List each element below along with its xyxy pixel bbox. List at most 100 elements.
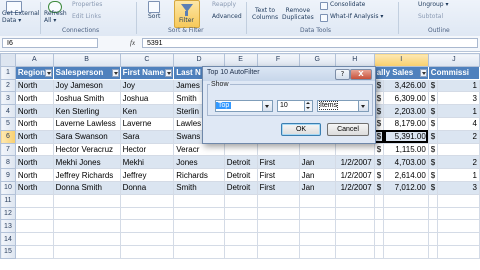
table-cell[interactable] (298, 193, 336, 208)
table-cell[interactable] (298, 206, 336, 221)
table-cell[interactable]: $ (427, 155, 439, 170)
table-cell[interactable] (383, 206, 429, 221)
table-cell[interactable] (334, 142, 375, 157)
table-cell[interactable]: 3,426.00 (383, 78, 429, 93)
table-cell[interactable] (298, 142, 336, 157)
what-if-analysis-button[interactable]: What-If Analysis ▾ (330, 13, 383, 20)
table-cell[interactable]: 2,203.00 (383, 104, 429, 118)
row-header[interactable]: 11 (0, 193, 16, 208)
filter-button[interactable]: Filter (174, 0, 200, 28)
table-cell[interactable]: North (14, 155, 54, 170)
table-cell[interactable]: 3 (437, 180, 480, 195)
table-cell[interactable]: First (256, 168, 300, 182)
table-cell[interactable]: North (14, 129, 54, 144)
table-cell[interactable]: $ (373, 168, 385, 182)
table-cell[interactable] (373, 193, 385, 208)
table-cell[interactable]: 3 (437, 91, 480, 106)
table-cell[interactable] (14, 206, 54, 221)
table-cell[interactable] (14, 193, 54, 208)
table-cell[interactable]: Jan (298, 168, 336, 182)
table-cell[interactable] (383, 219, 429, 234)
table-cell[interactable]: $ (427, 116, 439, 131)
table-cell[interactable]: 5,391.00 (383, 129, 429, 144)
properties-button[interactable]: Properties (72, 1, 102, 8)
column-header[interactable]: D (173, 53, 225, 67)
table-cell[interactable]: 1/2/2007 (334, 168, 375, 182)
table-cell[interactable] (437, 193, 480, 208)
table-cell[interactable] (427, 206, 439, 221)
table-cell[interactable] (223, 232, 258, 246)
table-cell[interactable]: Laverne Lawless (52, 116, 121, 131)
dialog-title-bar[interactable]: Top 10 AutoFilter ? X (203, 67, 375, 81)
table-cell[interactable]: North (14, 104, 54, 118)
column-header[interactable]: B (52, 53, 121, 67)
table-cell[interactable] (383, 244, 429, 259)
subtotal-button[interactable]: Subtotal (418, 13, 443, 20)
table-cell[interactable] (173, 219, 225, 234)
column-header[interactable]: E (223, 53, 258, 67)
table-cell[interactable]: North (14, 168, 54, 182)
table-cell[interactable]: Mekhi Jones (52, 155, 121, 170)
table-cell[interactable]: North (14, 116, 54, 131)
table-cell[interactable]: $ (427, 142, 439, 157)
table-cell[interactable]: Smith (173, 180, 225, 195)
row-header[interactable]: 2 (0, 78, 16, 93)
table-cell[interactable] (383, 193, 429, 208)
consolidate-button[interactable]: Consolidate (330, 1, 365, 8)
remove-duplicates-button[interactable]: Remove Duplicates (282, 7, 314, 21)
table-cell[interactable] (256, 244, 300, 259)
column-header[interactable]: J (427, 53, 480, 67)
table-cell[interactable]: Jan (298, 180, 336, 195)
count-stepper[interactable]: 10 (277, 100, 313, 112)
row-header[interactable]: 6 (0, 129, 16, 144)
table-cell[interactable]: $ (427, 78, 439, 93)
row-header[interactable]: 13 (0, 219, 16, 234)
table-cell[interactable]: Ken Sterling (52, 104, 121, 118)
header-cell-first-name[interactable]: First Name (119, 65, 175, 80)
table-cell[interactable]: 4 (437, 116, 480, 131)
table-cell[interactable] (173, 206, 225, 221)
ok-button[interactable]: OK (281, 123, 321, 136)
table-cell[interactable] (52, 219, 121, 234)
table-cell[interactable] (223, 219, 258, 234)
column-header[interactable]: A (14, 53, 54, 67)
table-cell[interactable]: Joshua (119, 91, 175, 106)
help-button[interactable]: ? (335, 69, 350, 80)
table-cell[interactable]: Ken (119, 104, 175, 118)
edit-links-button[interactable]: Edit Links (72, 13, 101, 20)
table-cell[interactable]: Detroit (223, 180, 258, 195)
filter-dropdown-icon[interactable] (44, 68, 52, 77)
table-cell[interactable]: Richards (173, 168, 225, 182)
table-cell[interactable] (437, 232, 480, 246)
table-cell[interactable]: First (256, 180, 300, 195)
table-cell[interactable]: North (14, 78, 54, 93)
sort-button[interactable]: Sort (148, 13, 160, 20)
table-cell[interactable] (119, 232, 175, 246)
cancel-button[interactable]: Cancel (327, 123, 369, 136)
table-cell[interactable]: $ (373, 155, 385, 170)
table-cell[interactable] (223, 206, 258, 221)
table-cell[interactable]: 1 (437, 168, 480, 182)
table-cell[interactable] (298, 232, 336, 246)
table-cell[interactable] (373, 219, 385, 234)
table-cell[interactable]: Hector (119, 142, 175, 157)
table-cell[interactable] (427, 244, 439, 259)
table-cell[interactable] (427, 193, 439, 208)
ungroup-button[interactable]: Ungroup ▾ (418, 1, 449, 8)
table-cell[interactable] (256, 193, 300, 208)
table-cell[interactable] (334, 206, 375, 221)
column-header[interactable]: G (298, 53, 336, 67)
chevron-down-icon[interactable] (358, 101, 368, 111)
table-cell[interactable]: Hector Veracruz (52, 142, 121, 157)
row-header[interactable]: 8 (0, 155, 16, 170)
table-cell[interactable]: 1/2/2007 (334, 155, 375, 170)
table-cell[interactable]: Veracr (173, 142, 225, 157)
table-cell[interactable] (173, 193, 225, 208)
table-cell[interactable] (119, 206, 175, 221)
table-cell[interactable] (427, 219, 439, 234)
table-cell[interactable] (223, 193, 258, 208)
text-to-columns-button[interactable]: Text to Columns (252, 7, 278, 21)
table-cell[interactable]: Jan (298, 155, 336, 170)
table-cell[interactable]: $ (427, 168, 439, 182)
table-cell[interactable]: Donna (119, 180, 175, 195)
